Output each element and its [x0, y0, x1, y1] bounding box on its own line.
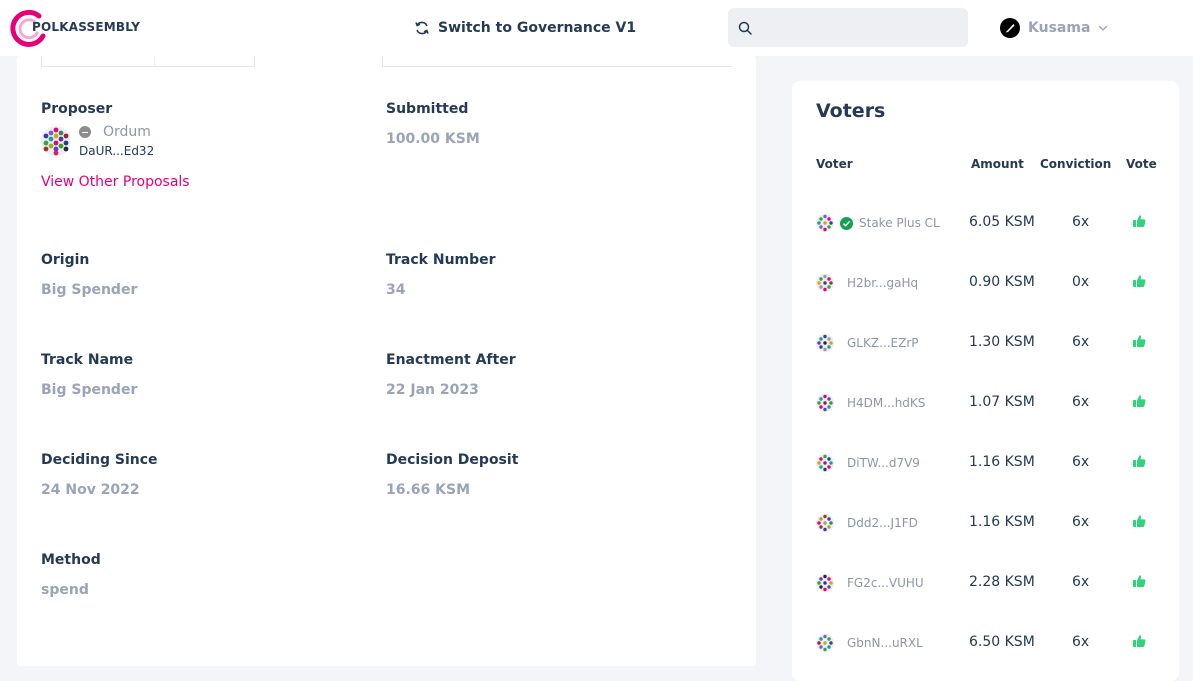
- voter-amount: 1.16 KSM: [969, 514, 1035, 530]
- voter-name[interactable]: DiTW...d7V9: [847, 456, 920, 470]
- voter-avatar[interactable]: [816, 214, 834, 232]
- thumbs-up-icon: [1133, 335, 1146, 347]
- voter-name[interactable]: Ddd2...J1FD: [847, 516, 918, 530]
- deciding-since-label: Deciding Since: [41, 452, 158, 468]
- track-name-value: Big Spender: [41, 382, 138, 398]
- proposer-avatar[interactable]: [41, 126, 71, 156]
- proposer-name[interactable]: Ordum: [103, 124, 151, 140]
- voter-row: FG2c...VUHU 2.28 KSM 6x: [792, 571, 1179, 595]
- polkassembly-logo[interactable]: POLKASSEMBLY: [9, 8, 141, 48]
- voter-conviction: 6x: [1072, 214, 1090, 230]
- origin-label: Origin: [41, 252, 90, 268]
- voter-row: GbnN...uRXL 6.50 KSM 6x: [792, 631, 1179, 655]
- identity-status-icon: [79, 126, 91, 138]
- switch-governance-button[interactable]: Switch to Governance V1: [414, 17, 636, 39]
- decision-deposit-value: 16.66 KSM: [386, 482, 471, 498]
- logo-text: POLKASSEMBLY: [32, 20, 141, 34]
- chevron-down-icon: [1098, 25, 1108, 31]
- network-label: Kusama: [1028, 20, 1091, 36]
- view-other-proposals-link[interactable]: View Other Proposals: [41, 174, 190, 190]
- search-box[interactable]: [728, 8, 968, 47]
- voter-row: GLKZ...EZrP 1.30 KSM 6x: [792, 331, 1179, 355]
- voter-amount: 6.50 KSM: [969, 634, 1035, 650]
- proposer-address[interactable]: DaUR...Ed32: [79, 144, 154, 158]
- enactment-after-value: 22 Jan 2023: [386, 382, 479, 398]
- voter-amount: 6.05 KSM: [969, 214, 1035, 230]
- voter-avatar[interactable]: [816, 514, 834, 532]
- voter-conviction: 6x: [1072, 394, 1090, 410]
- voters-card: Voters Voter Amount Conviction Vote Stak…: [792, 81, 1179, 681]
- voter-name[interactable]: FG2c...VUHU: [847, 576, 924, 590]
- proposal-details-card: Proposer Ordum DaUR...Ed32 View Other Pr…: [17, 56, 756, 666]
- track-number-label: Track Number: [386, 252, 496, 268]
- voters-title: Voters: [816, 100, 886, 122]
- voter-amount: 2.28 KSM: [969, 574, 1035, 590]
- voter-column-header: Voter: [816, 157, 853, 171]
- voter-row: H2br...gaHq 0.90 KSM 0x: [792, 271, 1179, 295]
- network-selector[interactable]: Kusama: [1000, 18, 1108, 38]
- kusama-icon: [1000, 18, 1020, 38]
- voter-amount: 1.30 KSM: [969, 334, 1035, 350]
- voter-avatar[interactable]: [816, 634, 834, 652]
- voter-name[interactable]: Stake Plus CL: [859, 216, 940, 230]
- voter-conviction: 0x: [1072, 274, 1090, 290]
- thumbs-up-icon: [1133, 275, 1146, 287]
- switch-governance-label: Switch to Governance V1: [438, 20, 637, 36]
- search-input[interactable]: [760, 14, 962, 42]
- voter-row: DiTW...d7V9 1.16 KSM 6x: [792, 451, 1179, 475]
- track-name-label: Track Name: [41, 352, 134, 368]
- voter-avatar[interactable]: [816, 274, 834, 292]
- decision-deposit-label: Decision Deposit: [386, 452, 519, 468]
- voter-avatar[interactable]: [816, 394, 834, 412]
- search-icon: [738, 21, 752, 35]
- voter-conviction: 6x: [1072, 454, 1090, 470]
- submitted-value: 100.00 KSM: [386, 131, 480, 147]
- thumbs-up-icon: [1133, 515, 1146, 527]
- voter-conviction: 6x: [1072, 514, 1090, 530]
- voter-row: H4DM...hdKS 1.07 KSM 6x: [792, 391, 1179, 415]
- tab-stub-right: [382, 56, 732, 67]
- refresh-icon: [415, 21, 429, 35]
- proposer-label: Proposer: [41, 101, 113, 117]
- top-navbar: POLKASSEMBLY Switch to Governance V1 Kus…: [0, 0, 1193, 56]
- submitted-label: Submitted: [386, 101, 469, 117]
- origin-value: Big Spender: [41, 282, 138, 298]
- voter-conviction: 6x: [1072, 574, 1090, 590]
- verified-icon: [840, 217, 853, 230]
- enactment-after-label: Enactment After: [386, 352, 516, 368]
- voter-name[interactable]: H4DM...hdKS: [847, 396, 925, 410]
- voter-name[interactable]: GbnN...uRXL: [847, 636, 923, 650]
- voter-avatar[interactable]: [816, 574, 834, 592]
- vote-column-header: Vote: [1126, 157, 1157, 171]
- track-number-value: 34: [386, 282, 406, 298]
- thumbs-up-icon: [1133, 455, 1146, 467]
- voter-row: Stake Plus CL 6.05 KSM 6x: [792, 211, 1179, 235]
- voter-amount: 0.90 KSM: [969, 274, 1035, 290]
- voter-conviction: 6x: [1072, 334, 1090, 350]
- conviction-column-header: Conviction: [1040, 157, 1112, 171]
- voter-name[interactable]: H2br...gaHq: [847, 276, 918, 290]
- thumbs-up-icon: [1133, 575, 1146, 587]
- thumbs-up-icon: [1133, 395, 1146, 407]
- tab-stub-left: [41, 56, 255, 67]
- voter-name[interactable]: GLKZ...EZrP: [847, 336, 919, 350]
- voter-amount: 1.07 KSM: [969, 394, 1035, 410]
- thumbs-up-icon: [1133, 215, 1146, 227]
- voter-avatar[interactable]: [816, 334, 834, 352]
- voter-avatar[interactable]: [816, 454, 834, 472]
- thumbs-up-icon: [1133, 635, 1146, 647]
- deciding-since-value: 24 Nov 2022: [41, 482, 140, 498]
- method-label: Method: [41, 552, 101, 568]
- voter-amount: 1.16 KSM: [969, 454, 1035, 470]
- method-value: spend: [41, 582, 89, 598]
- voter-row: Ddd2...J1FD 1.16 KSM 6x: [792, 511, 1179, 535]
- amount-column-header: Amount: [971, 157, 1024, 171]
- voter-conviction: 6x: [1072, 634, 1090, 650]
